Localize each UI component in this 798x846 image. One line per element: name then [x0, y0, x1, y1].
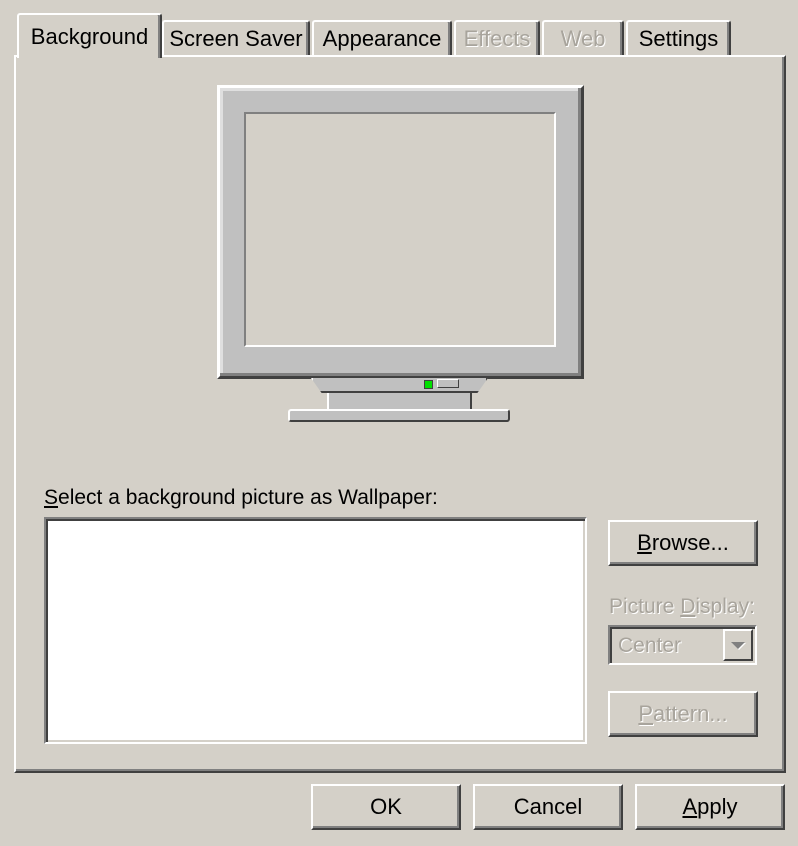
picture-display-label: Picture Display:	[609, 595, 755, 619]
browse-button[interactable]: Browse...	[608, 520, 758, 566]
tab-label: Web	[560, 26, 606, 51]
label-text: Picture	[609, 595, 681, 618]
power-led-icon	[424, 380, 433, 389]
picture-display-value: Center	[618, 634, 682, 657]
monitor-neck	[311, 378, 488, 393]
power-button-icon	[437, 379, 459, 388]
tab-label: Effects	[463, 26, 531, 51]
dropdown-button[interactable]	[723, 629, 753, 661]
label-text: pply	[697, 794, 738, 819]
tab-label: Screen Saver	[169, 26, 303, 51]
chevron-down-icon	[731, 641, 745, 649]
button-label: Browse...	[637, 530, 729, 556]
tab-label: Appearance	[322, 26, 442, 51]
button-label: OK	[370, 794, 402, 819]
button-label: Apply	[682, 794, 737, 820]
tab-settings[interactable]: Settings	[626, 20, 731, 56]
tab-web[interactable]: Web	[542, 20, 624, 56]
ok-button[interactable]: OK	[311, 784, 461, 830]
button-label: Cancel	[513, 794, 583, 819]
tab-background[interactable]: Background	[17, 13, 162, 58]
mnemonic: A	[682, 794, 698, 819]
label-text: rowse...	[651, 530, 729, 555]
label-text: elect a background picture as Wallpaper:	[58, 486, 438, 509]
mnemonic: S	[44, 486, 59, 509]
mnemonic: D	[680, 595, 696, 618]
wallpaper-listbox[interactable]	[44, 517, 587, 744]
wallpaper-preview-screen	[244, 112, 556, 347]
button-label: Pattern...	[638, 701, 727, 727]
tab-appearance[interactable]: Appearance	[312, 20, 452, 56]
monitor-base	[288, 409, 510, 422]
tab-effects[interactable]: Effects	[454, 20, 540, 56]
mnemonic: B	[637, 530, 652, 555]
mnemonic: P	[638, 701, 654, 726]
picture-display-select[interactable]: Center	[608, 625, 757, 665]
pattern-button[interactable]: Pattern...	[608, 691, 758, 737]
monitor-stand	[327, 393, 472, 410]
wallpaper-list-label: Select a background picture as Wallpaper…	[44, 486, 438, 510]
label-text: attern...	[653, 701, 728, 726]
cancel-button[interactable]: Cancel	[473, 784, 623, 830]
tab-screen-saver[interactable]: Screen Saver	[162, 20, 310, 56]
tab-label: Settings	[638, 26, 719, 51]
apply-button[interactable]: Apply	[635, 784, 785, 830]
tab-label: Background	[30, 23, 149, 49]
label-text: isplay:	[695, 595, 755, 618]
